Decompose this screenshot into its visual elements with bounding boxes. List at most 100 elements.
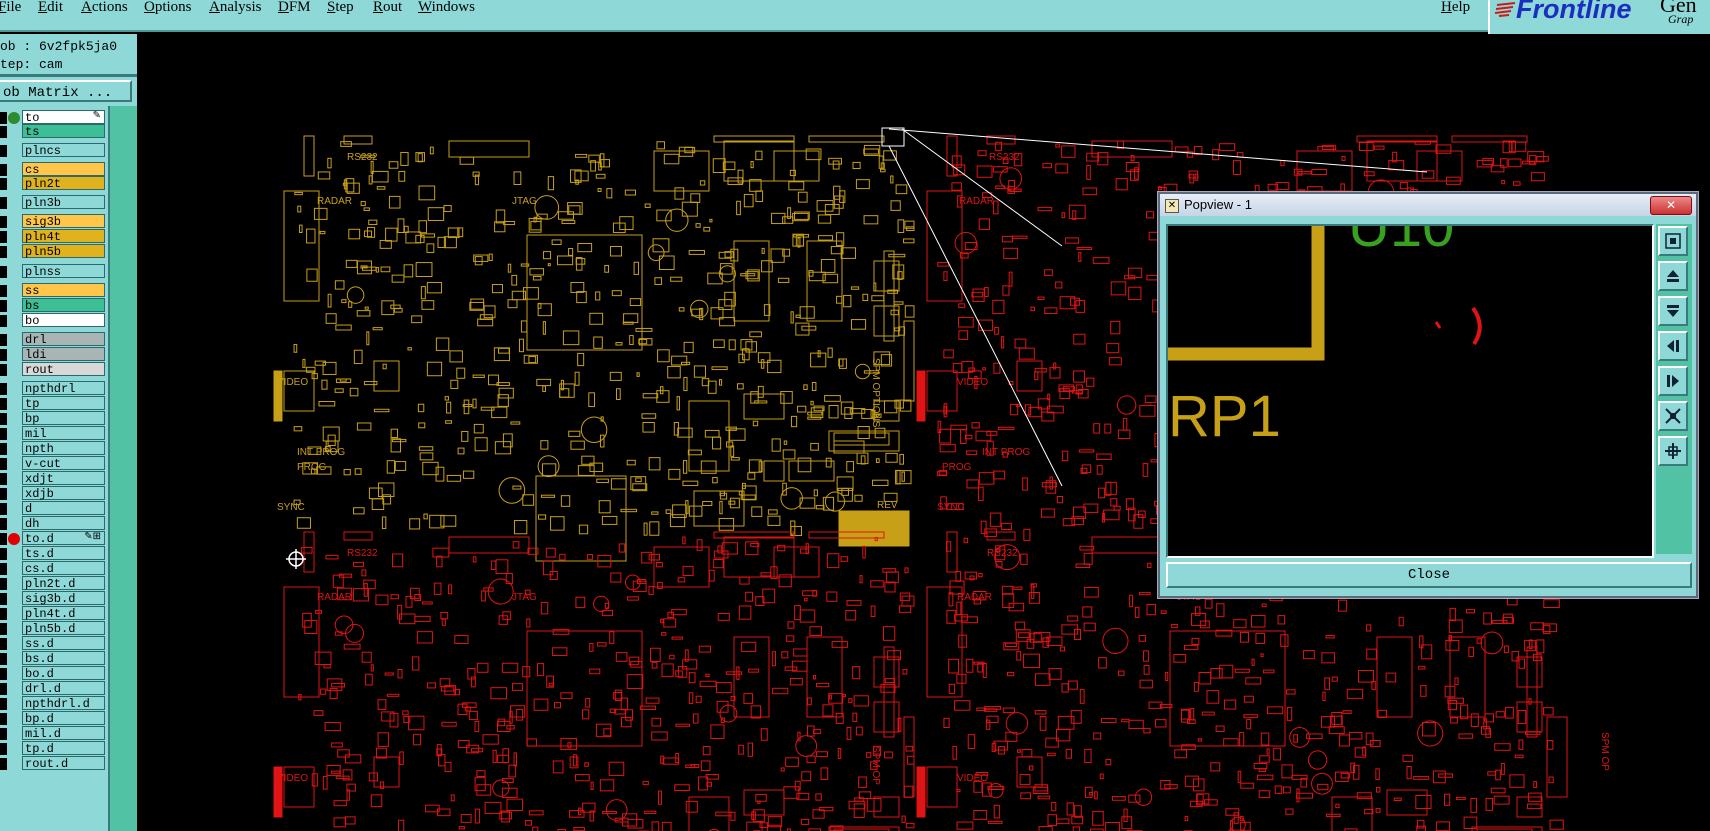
- layer-name[interactable]: pln4t: [22, 229, 105, 244]
- layer-checkbox[interactable]: [0, 503, 7, 515]
- pan-left-button[interactable]: [1658, 331, 1688, 361]
- layer-name[interactable]: to.d ✎⊞: [22, 531, 105, 546]
- layer-name[interactable]: mil.d: [22, 726, 105, 741]
- layer-name[interactable]: plncs: [22, 143, 105, 158]
- layer-checkbox[interactable]: [0, 533, 7, 545]
- layer-name[interactable]: npthdrl.d: [22, 696, 105, 711]
- layer-name[interactable]: pln2t: [22, 176, 105, 191]
- layer-checkbox[interactable]: [0, 593, 7, 605]
- layer-checkbox[interactable]: [0, 488, 7, 500]
- layer-name[interactable]: tp.d: [22, 741, 105, 756]
- layer-checkbox[interactable]: [0, 428, 7, 440]
- layer-checkbox[interactable]: [0, 413, 7, 425]
- popview-titlebar[interactable]: ✕ Popview - 1 ✕: [1160, 194, 1696, 216]
- layer-checkbox[interactable]: [0, 443, 7, 455]
- zoom-fit-button[interactable]: [1658, 226, 1688, 256]
- layer-checkbox[interactable]: [0, 518, 7, 530]
- layer-name[interactable]: sig3b: [22, 214, 105, 229]
- layer-name[interactable]: npth: [22, 441, 105, 456]
- pan-down-button[interactable]: [1658, 296, 1688, 326]
- layer-checkbox[interactable]: [0, 164, 7, 176]
- layer-name[interactable]: ldi: [22, 347, 105, 362]
- layer-name[interactable]: ts: [22, 124, 105, 139]
- layer-checkbox[interactable]: [0, 112, 7, 124]
- zoom-in-button[interactable]: [1658, 401, 1688, 431]
- pan-up-button[interactable]: [1658, 261, 1688, 291]
- layer-name[interactable]: drl.d: [22, 681, 105, 696]
- layer-checkbox[interactable]: [0, 683, 7, 695]
- layer-checkbox[interactable]: [0, 383, 7, 395]
- layer-checkbox[interactable]: [0, 145, 7, 157]
- layer-name[interactable]: to ✎: [22, 110, 105, 125]
- layer-checkbox[interactable]: [0, 698, 7, 710]
- layer-checkbox[interactable]: [0, 653, 7, 665]
- layer-name[interactable]: bs.d: [22, 651, 105, 666]
- menu-dfm[interactable]: DFM: [278, 0, 311, 15]
- layer-name[interactable]: rout: [22, 362, 105, 377]
- layer-checkbox[interactable]: [0, 668, 7, 680]
- layer-name[interactable]: d: [22, 501, 105, 516]
- layer-checkbox[interactable]: [0, 398, 7, 410]
- window-close-button[interactable]: ✕: [1650, 196, 1692, 215]
- layer-name[interactable]: pln3b: [22, 195, 105, 210]
- layer-checkbox[interactable]: [0, 216, 7, 228]
- layer-checkbox[interactable]: [0, 349, 7, 361]
- menu-rout[interactable]: Rout: [373, 0, 402, 15]
- layer-checkbox[interactable]: [0, 197, 7, 209]
- job-matrix-button[interactable]: ob Matrix ...: [0, 80, 132, 102]
- zoom-out-button[interactable]: [1658, 436, 1688, 466]
- layer-name[interactable]: tp: [22, 396, 105, 411]
- layer-name[interactable]: xdjb: [22, 486, 105, 501]
- layer-name[interactable]: plnss: [22, 264, 105, 279]
- menu-file[interactable]: File: [0, 0, 21, 15]
- popview-close-button[interactable]: Close: [1166, 562, 1692, 588]
- layer-name[interactable]: pln5b.d: [22, 621, 105, 636]
- layer-name[interactable]: pln4t.d: [22, 606, 105, 621]
- layer-name[interactable]: ts.d: [22, 546, 105, 561]
- layer-checkbox[interactable]: [0, 300, 7, 312]
- layer-checkbox[interactable]: [0, 266, 7, 278]
- layer-name[interactable]: pln2t.d: [22, 576, 105, 591]
- layer-checkbox[interactable]: [0, 231, 7, 243]
- layer-name[interactable]: pln5b: [22, 244, 105, 259]
- layer-name[interactable]: v-cut: [22, 456, 105, 471]
- layer-name[interactable]: mil: [22, 426, 105, 441]
- layer-name[interactable]: ss.d: [22, 636, 105, 651]
- layer-name[interactable]: xdjt: [22, 471, 105, 486]
- menu-step[interactable]: Step: [327, 0, 354, 15]
- layer-name[interactable]: cs: [22, 162, 105, 177]
- layer-name[interactable]: bo: [22, 313, 105, 328]
- layer-name[interactable]: bp.d: [22, 711, 105, 726]
- layer-name[interactable]: npthdrl: [22, 381, 105, 396]
- layer-checkbox[interactable]: [0, 246, 7, 258]
- layer-checkbox[interactable]: [0, 713, 7, 725]
- layer-checkbox[interactable]: [0, 334, 7, 346]
- layer-name[interactable]: cs.d: [22, 561, 105, 576]
- layer-name[interactable]: ss: [22, 283, 105, 298]
- layer-name[interactable]: drl: [22, 332, 105, 347]
- layer-checkbox[interactable]: [0, 728, 7, 740]
- menu-options[interactable]: Options: [144, 0, 192, 15]
- layer-name[interactable]: bp: [22, 411, 105, 426]
- layer-checkbox[interactable]: [0, 548, 7, 560]
- layer-checkbox[interactable]: [0, 473, 7, 485]
- layer-checkbox[interactable]: [0, 578, 7, 590]
- menu-edit[interactable]: Edit: [38, 0, 63, 15]
- layer-checkbox[interactable]: [0, 563, 7, 575]
- menu-windows[interactable]: Windows: [418, 0, 475, 15]
- layer-checkbox[interactable]: [0, 608, 7, 620]
- layer-name[interactable]: sig3b.d: [22, 591, 105, 606]
- layer-name[interactable]: bo.d: [22, 666, 105, 681]
- layer-name[interactable]: dh: [22, 516, 105, 531]
- layer-name[interactable]: bs: [22, 298, 105, 313]
- layer-checkbox[interactable]: [0, 758, 7, 770]
- layer-checkbox[interactable]: [0, 126, 7, 138]
- layer-checkbox[interactable]: [0, 458, 7, 470]
- menu-analysis[interactable]: Analysis: [209, 0, 262, 15]
- layer-checkbox[interactable]: [0, 638, 7, 650]
- layer-checkbox[interactable]: [0, 285, 7, 297]
- popview-zoom-view[interactable]: U10 RP1: [1166, 224, 1654, 558]
- layer-name[interactable]: rout.d: [22, 756, 105, 771]
- menu-help[interactable]: Help: [1441, 0, 1470, 15]
- pan-right-button[interactable]: [1658, 366, 1688, 396]
